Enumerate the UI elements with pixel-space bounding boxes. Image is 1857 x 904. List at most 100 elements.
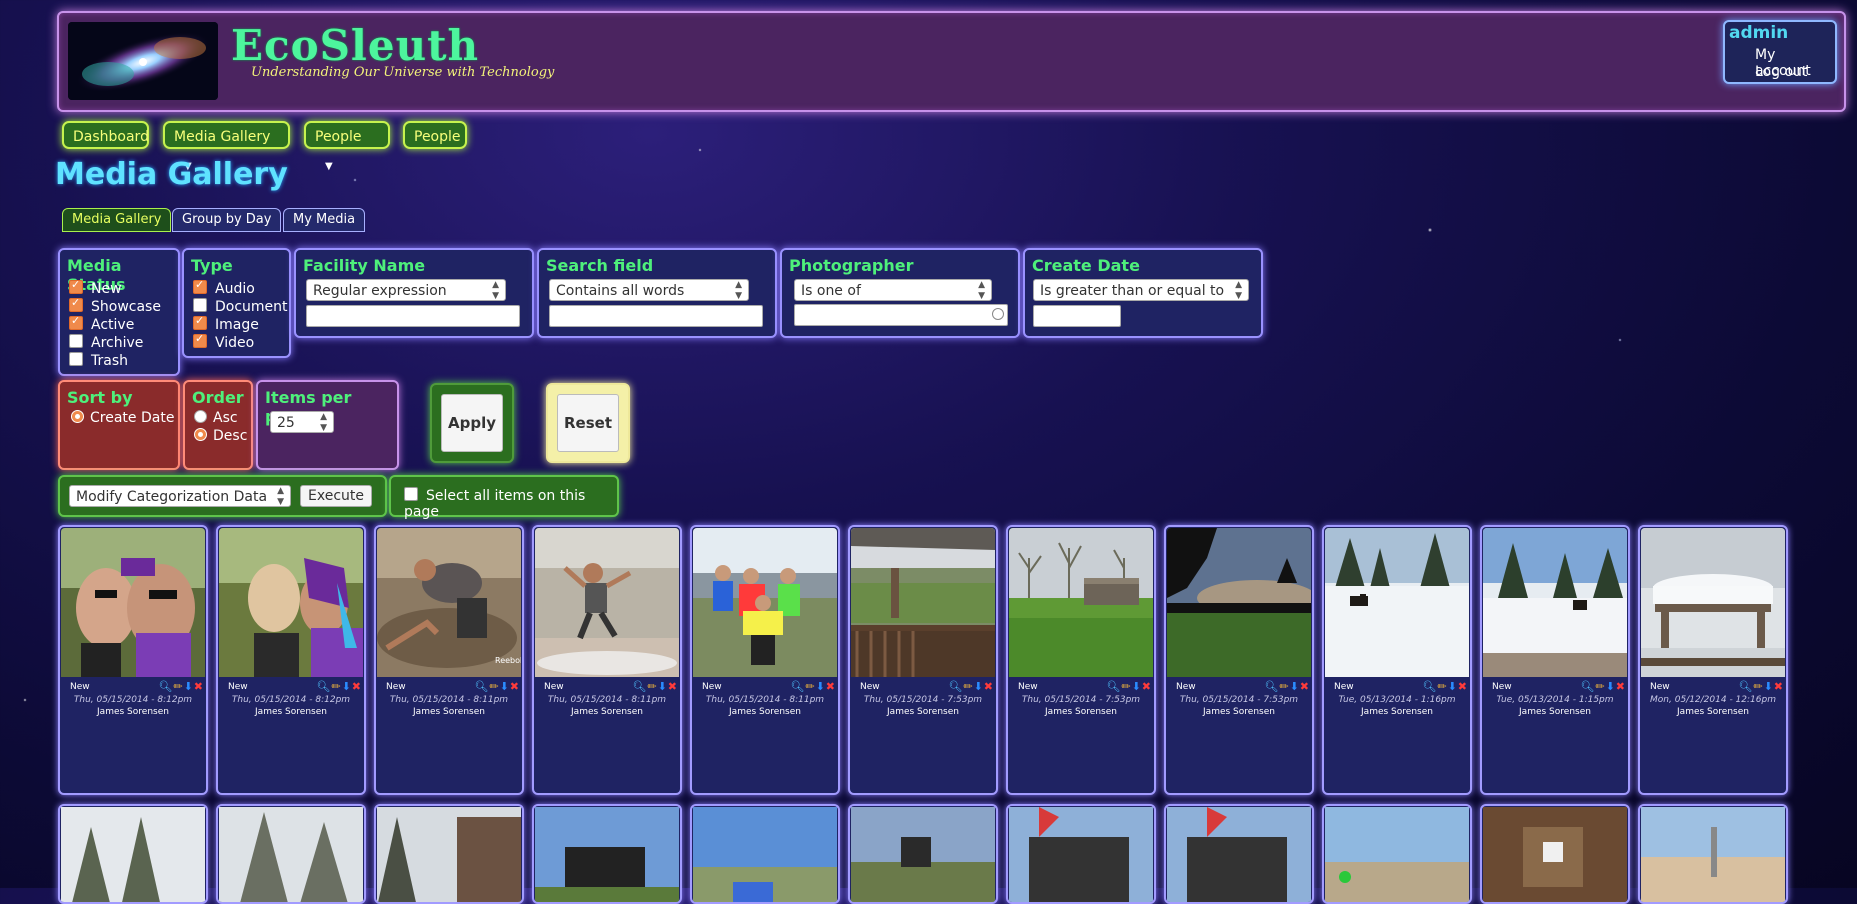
media-thumbnail[interactable] bbox=[851, 807, 995, 904]
media-card[interactable]: ReebokNew🔍︎✏︎⬇︎✖︎Thu, 05/15/2014 - 8:11p… bbox=[374, 525, 524, 795]
pencil-icon[interactable]: ✏︎ bbox=[1753, 680, 1763, 693]
delete-icon[interactable]: ✖︎ bbox=[668, 680, 678, 693]
delete-icon[interactable]: ✖︎ bbox=[510, 680, 520, 693]
checkbox-checked-icon[interactable] bbox=[69, 278, 83, 294]
download-icon[interactable]: ⬇︎ bbox=[500, 680, 510, 693]
magnifier-icon[interactable]: 🔍︎ bbox=[1738, 680, 1753, 693]
bulk-operation-select[interactable]: Modify Categorization Data ▲ ▼ bbox=[69, 485, 291, 507]
magnifier-icon[interactable]: 🔍︎ bbox=[1106, 680, 1121, 693]
download-icon[interactable]: ⬇︎ bbox=[1132, 680, 1142, 693]
pencil-icon[interactable]: ✏︎ bbox=[1279, 680, 1289, 693]
download-icon[interactable]: ⬇︎ bbox=[1290, 680, 1300, 693]
magnifier-icon[interactable]: 🔍︎ bbox=[1580, 680, 1595, 693]
media-thumbnail[interactable] bbox=[1325, 807, 1469, 904]
facility-operator-select[interactable]: Regular expression ▲ ▼ bbox=[306, 279, 506, 301]
brand-name[interactable]: EcoSleuth bbox=[231, 21, 479, 70]
media-card[interactable]: New 🔍︎✏︎⬇︎✖︎ Thu, 05/15/2014 - 7:53pm James… bbox=[848, 525, 998, 795]
pencil-icon[interactable]: ✏︎ bbox=[489, 680, 499, 693]
order-asc-option[interactable]: Asc bbox=[194, 410, 238, 426]
download-icon[interactable]: ⬇︎ bbox=[816, 680, 826, 693]
nav-dashboard[interactable]: Dashboard bbox=[62, 121, 149, 149]
magnifier-icon[interactable]: 🔍︎ bbox=[474, 680, 489, 693]
type-image-option[interactable]: Image bbox=[193, 314, 259, 333]
pencil-icon[interactable]: ✏︎ bbox=[1595, 680, 1605, 693]
pencil-icon[interactable]: ✏︎ bbox=[1121, 680, 1131, 693]
media-card[interactable]: New 🔍︎✏︎⬇︎✖︎ Thu, 05/15/2014 - 7:53pm James… bbox=[1164, 525, 1314, 795]
checkbox-checked-icon[interactable] bbox=[69, 314, 83, 330]
checkbox-checked-icon[interactable] bbox=[193, 332, 207, 348]
download-icon[interactable]: ⬇︎ bbox=[184, 680, 194, 693]
media-thumbnail[interactable]: Reebok bbox=[377, 528, 521, 677]
media-thumbnail[interactable] bbox=[219, 807, 363, 904]
download-icon[interactable]: ⬇︎ bbox=[1764, 680, 1774, 693]
media-card[interactable]: New 🔍︎✏︎⬇︎✖︎ Thu, 05/15/2014 - 8:11pm James… bbox=[690, 525, 840, 795]
media-card[interactable]: New 🔍︎✏︎⬇︎✖︎ Mon, 05/12/2014 - 12:16pm Jame… bbox=[1638, 525, 1788, 795]
checkbox-icon[interactable] bbox=[193, 298, 207, 312]
media-thumbnail[interactable] bbox=[1641, 807, 1785, 904]
media-thumbnail[interactable] bbox=[1167, 528, 1311, 677]
download-icon[interactable]: ⬇︎ bbox=[1606, 680, 1616, 693]
facility-name-input[interactable] bbox=[306, 305, 520, 327]
media-thumbnail[interactable] bbox=[535, 807, 679, 904]
media-card[interactable] bbox=[1322, 804, 1472, 904]
media-thumbnail[interactable] bbox=[1325, 528, 1469, 677]
delete-icon[interactable]: ✖︎ bbox=[826, 680, 836, 693]
pencil-icon[interactable]: ✏︎ bbox=[173, 680, 183, 693]
delete-icon[interactable]: ✖︎ bbox=[194, 680, 204, 693]
media-thumbnail[interactable] bbox=[1167, 807, 1311, 904]
media-card[interactable]: New 🔍︎✏︎⬇︎✖︎ Thu, 05/15/2014 - 7:53pm James… bbox=[1006, 525, 1156, 795]
radio-icon[interactable] bbox=[194, 410, 207, 423]
logout-link[interactable]: Log out bbox=[1755, 64, 1807, 80]
magnifier-icon[interactable]: 🔍︎ bbox=[1422, 680, 1437, 693]
magnifier-icon[interactable]: 🔍︎ bbox=[1264, 680, 1279, 693]
media-card[interactable]: New 🔍︎✏︎⬇︎✖︎ Thu, 05/15/2014 - 8:12pm James… bbox=[58, 525, 208, 795]
magnifier-icon[interactable]: 🔍︎ bbox=[790, 680, 805, 693]
delete-icon[interactable]: ✖︎ bbox=[1142, 680, 1152, 693]
checkbox-icon[interactable] bbox=[69, 334, 83, 348]
radio-selected-icon[interactable] bbox=[194, 428, 207, 441]
media-card[interactable] bbox=[216, 804, 366, 904]
nav-media-gallery[interactable]: Media Gallery▼ bbox=[163, 121, 290, 172]
pencil-icon[interactable]: ✏︎ bbox=[963, 680, 973, 693]
type-document-option[interactable]: Document bbox=[193, 298, 288, 315]
media-card[interactable] bbox=[848, 804, 998, 904]
delete-icon[interactable]: ✖︎ bbox=[1458, 680, 1468, 693]
download-icon[interactable]: ⬇︎ bbox=[342, 680, 352, 693]
media-thumbnail[interactable] bbox=[377, 807, 521, 904]
delete-icon[interactable]: ✖︎ bbox=[1774, 680, 1784, 693]
media-thumbnail[interactable] bbox=[851, 528, 995, 677]
media-thumbnail[interactable] bbox=[1009, 807, 1153, 904]
status-archive-option[interactable]: Archive bbox=[69, 334, 143, 351]
tab-media-gallery[interactable]: Media Gallery bbox=[62, 208, 172, 232]
status-trash-option[interactable]: Trash bbox=[69, 352, 128, 369]
magnifier-icon[interactable]: 🔍︎ bbox=[632, 680, 647, 693]
pencil-icon[interactable]: ✏︎ bbox=[805, 680, 815, 693]
media-card[interactable] bbox=[1164, 804, 1314, 904]
pencil-icon[interactable]: ✏︎ bbox=[647, 680, 657, 693]
media-thumbnail[interactable] bbox=[61, 528, 205, 677]
checkbox-checked-icon[interactable] bbox=[193, 278, 207, 294]
delete-icon[interactable]: ✖︎ bbox=[1616, 680, 1626, 693]
media-thumbnail[interactable] bbox=[693, 528, 837, 677]
media-thumbnail[interactable] bbox=[693, 807, 837, 904]
magnifier-icon[interactable]: 🔍︎ bbox=[158, 680, 173, 693]
photographer-operator-select[interactable]: Is one of ▲ ▼ bbox=[794, 279, 992, 301]
create-date-operator-select[interactable]: Is greater than or equal to ▲ ▼ bbox=[1033, 279, 1249, 301]
media-thumbnail[interactable] bbox=[1483, 807, 1627, 904]
nav-people[interactable]: People bbox=[403, 121, 467, 149]
nav-people-dropdown[interactable]: People▼ bbox=[304, 121, 390, 172]
media-card[interactable] bbox=[58, 804, 208, 904]
checkbox-checked-icon[interactable] bbox=[193, 314, 207, 330]
radio-selected-icon[interactable] bbox=[71, 410, 84, 423]
site-logo[interactable] bbox=[68, 22, 218, 100]
type-audio-option[interactable]: Audio bbox=[193, 278, 255, 297]
media-thumbnail[interactable] bbox=[1483, 528, 1627, 677]
media-card[interactable] bbox=[1638, 804, 1788, 904]
download-icon[interactable]: ⬇︎ bbox=[1448, 680, 1458, 693]
photographer-autocomplete-input[interactable] bbox=[794, 304, 1008, 326]
media-card[interactable] bbox=[1480, 804, 1630, 904]
media-thumbnail[interactable] bbox=[535, 528, 679, 677]
create-date-input[interactable] bbox=[1033, 305, 1121, 327]
search-operator-select[interactable]: Contains all words ▲ ▼ bbox=[549, 279, 749, 301]
delete-icon[interactable]: ✖︎ bbox=[1300, 680, 1310, 693]
